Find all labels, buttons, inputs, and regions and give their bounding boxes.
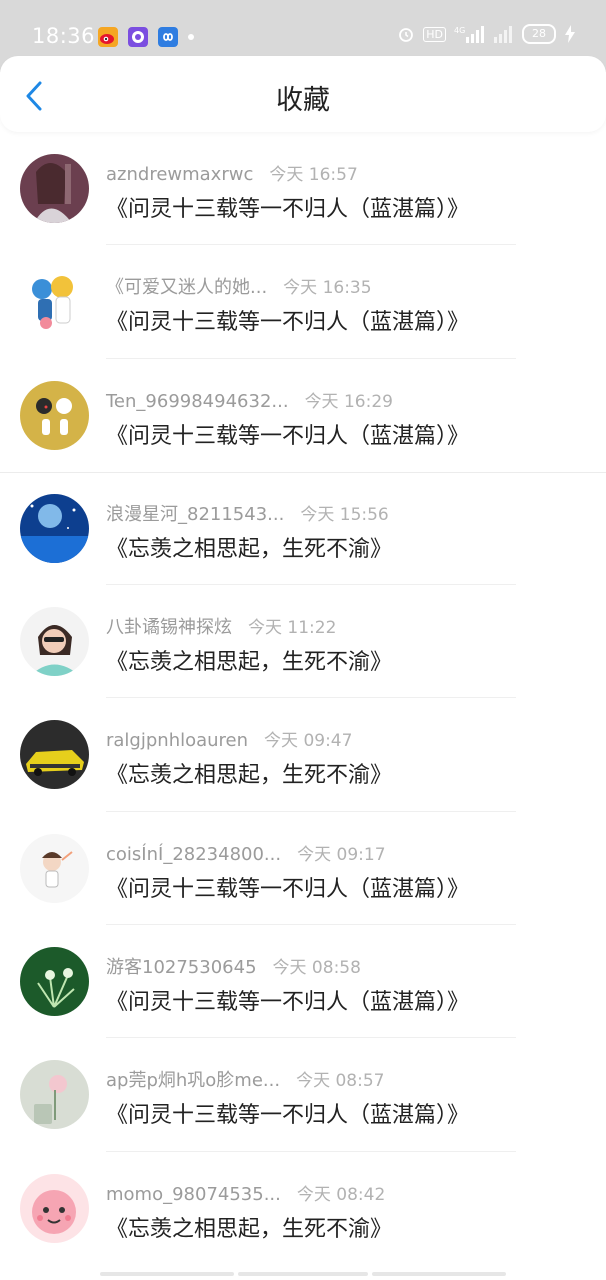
list-item[interactable]: 浪漫星河_8211543... 今天 15:56 《忘羡之相思起，生死不渝》 [0,471,606,586]
avatar [20,833,89,903]
avatar [20,947,89,1017]
timestamp: 今天 09:47 [264,731,353,752]
item-meta: momo_98074535... 今天 08:42 [106,1180,385,1205]
username[interactable]: ap莞p烔h巩o胗me... [106,1066,280,1092]
notification-dot-icon [188,34,194,40]
list-item[interactable]: momo_98074535... 今天 08:42 《忘羡之相思起，生死不渝》 [0,1152,606,1265]
username[interactable]: ralgjpnhloauren [106,730,248,751]
bottom-edge [0,1268,606,1280]
username[interactable]: azndrewmaxrwc [106,164,253,185]
favorites-list: azndrewmaxrwc 今天 16:57 《问灵十三载等一不归人（蓝湛篇）》… [0,132,606,1265]
item-meta: Ten_96998494632... 今天 16:29 [106,387,393,412]
item-meta: 八卦谲锡神探炫 今天 11:22 [106,613,336,639]
list-item[interactable]: Ten_96998494632... 今天 16:29 《问灵十三载等一不归人（… [0,359,606,472]
charging-icon [565,25,575,43]
list-item[interactable]: ralgjpnhloauren 今天 09:47 《忘羡之相思起，生死不渝》 [0,698,606,812]
username[interactable]: coisÍnÍ_28234800... [106,844,281,865]
list-item[interactable]: 八卦谲锡神探炫 今天 11:22 《忘羡之相思起，生死不渝》 [0,585,606,699]
bottom-divider [372,1272,506,1276]
item-meta: 游客1027530645 今天 08:58 [106,953,361,979]
work-title[interactable]: 《忘羡之相思起，生死不渝》 [106,1211,392,1243]
avatar [20,720,89,790]
camera-app-icon [128,27,148,47]
username[interactable]: momo_98074535... [106,1184,281,1205]
bottom-divider [100,1272,234,1276]
work-title[interactable]: 《问灵十三载等一不归人（蓝湛篇）》 [106,304,469,336]
avatar [20,380,89,450]
status-time: 18:36 [32,24,96,48]
bottom-divider [238,1272,368,1276]
work-title[interactable]: 《问灵十三载等一不归人（蓝湛篇）》 [106,1097,469,1129]
work-title[interactable]: 《忘羡之相思起，生死不渝》 [106,644,392,676]
avatar [20,154,89,223]
username[interactable]: 浪漫星河_8211543... [106,500,284,526]
item-meta: 《可爱又迷人的她... 今天 16:35 [106,273,372,299]
weibo-icon [98,27,118,47]
username[interactable]: 游客1027530645 [106,953,257,979]
item-meta: azndrewmaxrwc 今天 16:57 [106,160,358,185]
timestamp: 今天 16:57 [269,165,358,185]
item-meta: ap莞p烔h巩o胗me... 今天 08:57 [106,1066,384,1092]
avatar [20,267,89,337]
work-title[interactable]: 《忘羡之相思起，生死不渝》 [106,531,392,563]
timestamp: 今天 08:42 [296,1184,386,1205]
timestamp: 今天 11:22 [248,618,337,639]
avatar [20,1060,89,1130]
username[interactable]: 八卦谲锡神探炫 [106,613,232,639]
battery-icon: 28 [522,24,556,44]
work-title[interactable]: 《问灵十三载等一不归人（蓝湛篇）》 [106,984,469,1016]
timestamp: 今天 16:29 [304,391,393,412]
status-right: HD 4G 28 [397,24,576,44]
timestamp: 今天 09:17 [297,844,386,865]
signal-icon [494,26,512,43]
svg-text:4G: 4G [454,26,465,35]
list-item[interactable]: coisÍnÍ_28234800... 今天 09:17 《问灵十三载等一不归人… [0,812,606,926]
work-title[interactable]: 《问灵十三载等一不归人（蓝湛篇）》 [106,871,469,903]
username[interactable]: Ten_96998494632... [106,391,289,412]
signal-4g-icon: 4G [454,26,484,43]
page-title: 收藏 [276,85,330,116]
username[interactable]: 《可爱又迷人的她... [106,273,267,299]
avatar [20,493,89,563]
item-meta: ralgjpnhloauren 今天 09:47 [106,726,352,751]
timestamp: 今天 15:56 [300,504,389,525]
timestamp: 今天 16:35 [283,278,372,299]
list-item[interactable]: azndrewmaxrwc 今天 16:57 《问灵十三载等一不归人（蓝湛篇）》 [0,132,606,246]
work-title[interactable]: 《问灵十三载等一不归人（蓝湛篇）》 [106,191,469,223]
timestamp: 今天 08:57 [296,1071,385,1092]
list-item[interactable]: 《可爱又迷人的她... 今天 16:35 《问灵十三载等一不归人（蓝湛篇）》 [0,245,606,359]
alarm-icon [399,28,414,42]
avatar [20,1173,89,1243]
work-title[interactable]: 《忘羡之相思起，生死不渝》 [106,757,392,789]
hd-badge: HD [423,26,446,42]
header: 收藏 [0,56,606,132]
list-item[interactable]: ap莞p烔h巩o胗me... 今天 08:57 《问灵十三载等一不归人（蓝湛篇）… [0,1038,606,1152]
work-title[interactable]: 《问灵十三载等一不归人（蓝湛篇）》 [106,418,469,450]
item-meta: 浪漫星河_8211543... 今天 15:56 [106,500,389,526]
list-item[interactable]: 游客1027530645 今天 08:58 《问灵十三载等一不归人（蓝湛篇）》 [0,925,606,1039]
item-meta: coisÍnÍ_28234800... 今天 09:17 [106,840,386,865]
avatar [20,607,89,677]
timestamp: 今天 08:58 [272,958,361,979]
infinity-app-icon [158,27,178,47]
